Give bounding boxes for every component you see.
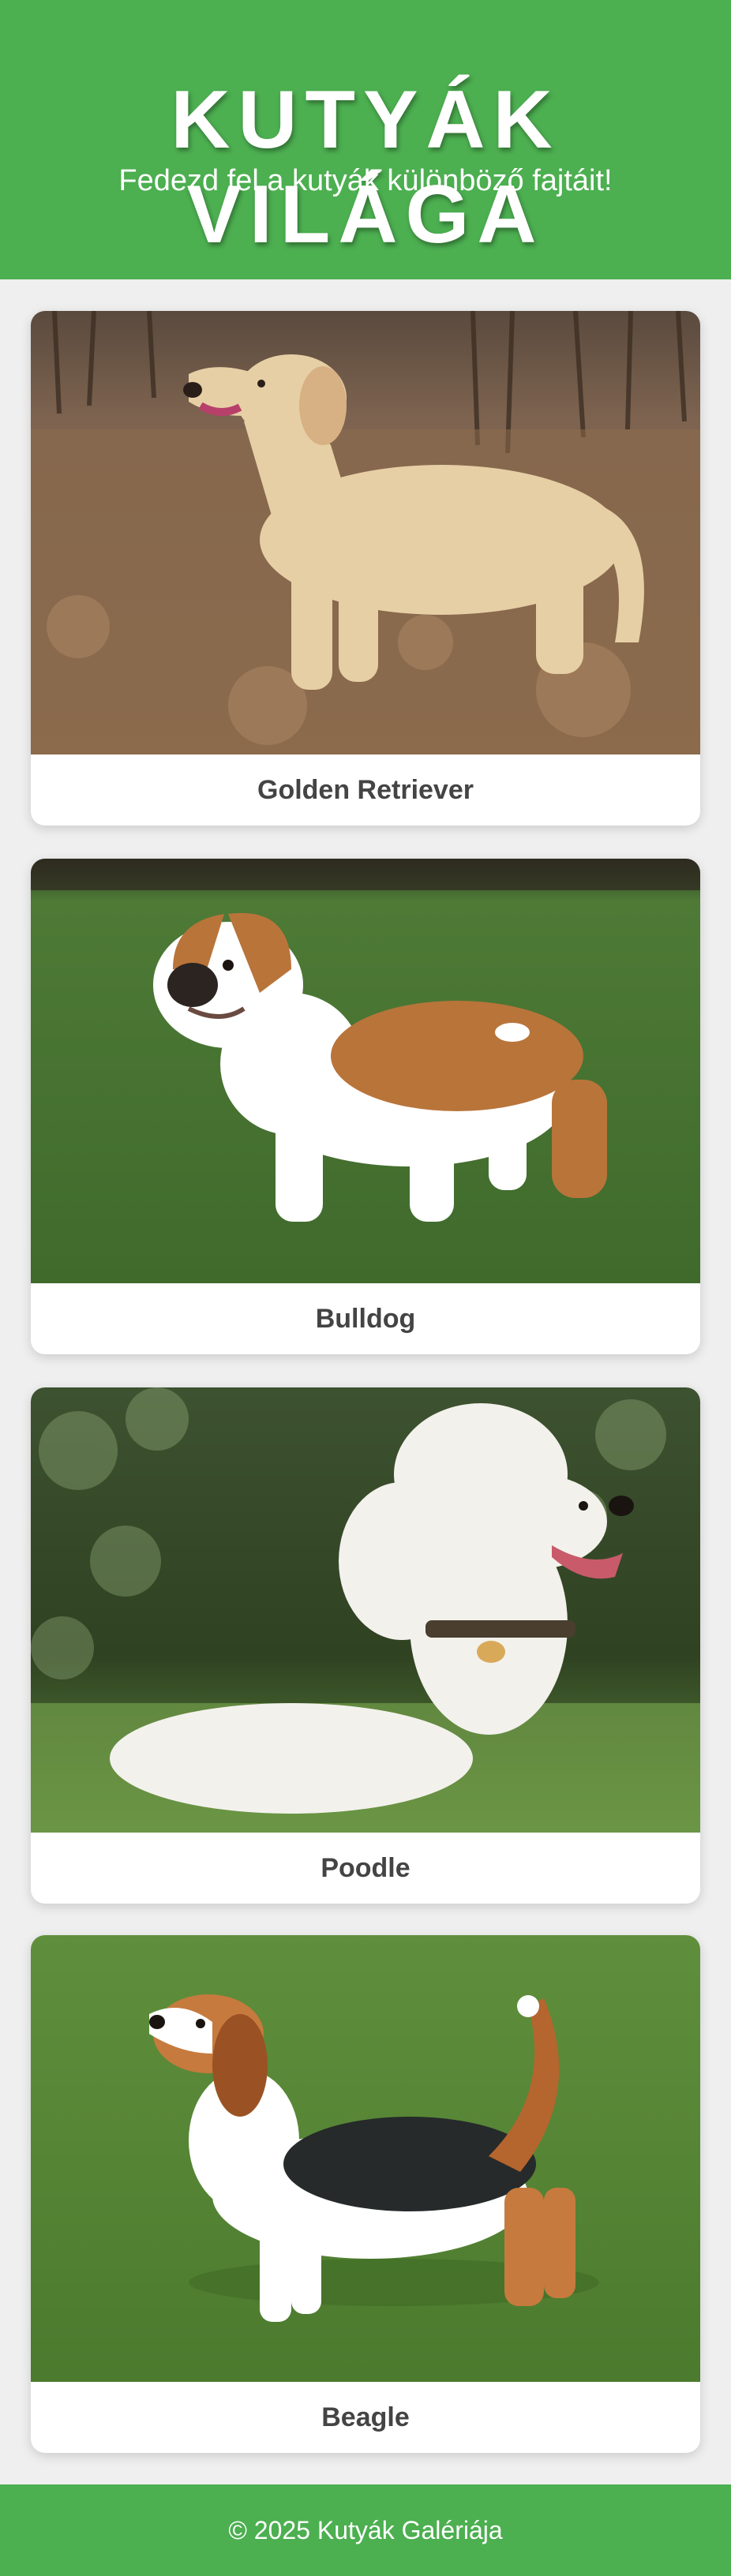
golden-retriever-photo	[31, 311, 700, 754]
beagle-photo	[31, 1935, 700, 2382]
card-title: Golden Retriever	[257, 775, 474, 805]
page: KUTYÁK VILÁGA Fedezd fel a kutyák különb…	[0, 0, 731, 2576]
site-header: KUTYÁK VILÁGA Fedezd fel a kutyák különb…	[0, 0, 731, 279]
dog-card-bulldog: Bulldog	[31, 859, 700, 1354]
card-title: Beagle	[321, 2402, 410, 2432]
dog-card-beagle: Beagle	[31, 1935, 700, 2453]
dog-card-golden-retriever: Golden Retriever	[31, 311, 700, 826]
site-footer: © 2025 Kutyák Galériája	[0, 2484, 731, 2576]
site-subtitle: Fedezd fel a kutyák különböző fajtáit!	[118, 164, 613, 197]
footer-copyright: © 2025 Kutyák Galériája	[228, 2516, 503, 2544]
bulldog-photo	[31, 859, 700, 1283]
dog-card-poodle: Poodle	[31, 1387, 700, 1904]
card-title: Poodle	[321, 1853, 410, 1883]
poodle-photo	[31, 1387, 700, 1833]
card-title: Bulldog	[315, 1304, 416, 1334]
